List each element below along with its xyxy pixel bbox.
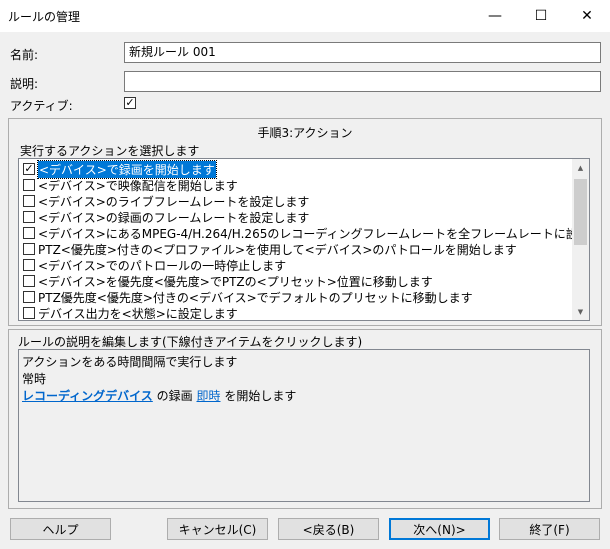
action-item[interactable]: PTZ優先度<優先度>付きの<デバイス>でデフォルトのプリセットに移動します — [23, 289, 473, 305]
action-checkbox[interactable] — [23, 291, 35, 303]
action-label: <デバイス>の録画のフレームレートを設定します — [38, 210, 310, 225]
action-item[interactable]: <デバイス>でのパトロールの一時停止します — [23, 257, 286, 273]
active-checkbox[interactable]: ✓ — [124, 97, 136, 109]
description-label: 説明: — [10, 77, 39, 91]
rule-desc-end-text: を開始します — [224, 389, 297, 403]
scroll-down-icon[interactable]: ▼ — [572, 303, 589, 320]
action-item[interactable]: デバイス出力を<状態>に設定します — [23, 305, 238, 321]
rule-desc-line2: 常時 — [22, 372, 47, 386]
action-checkbox[interactable] — [23, 307, 35, 319]
action-checkbox[interactable] — [23, 211, 35, 223]
action-item[interactable]: <デバイス>のライブフレームレートを設定します — [23, 193, 309, 209]
help-button[interactable]: ヘルプ — [10, 518, 111, 540]
action-list-scrollbar[interactable]: ▲ ▼ — [572, 159, 589, 320]
action-label: PTZ<優先度>付きの<プロファイル>を使用して<デバイス>のパトロールを開始し… — [38, 242, 517, 257]
action-checkbox[interactable] — [23, 179, 35, 191]
action-list[interactable]: ✓ <デバイス>で録画を開始します <デバイス>で映像配信を開始します <デバイス>の… — [18, 158, 590, 321]
close-button[interactable]: ✕ — [564, 0, 610, 32]
action-checkbox[interactable] — [23, 195, 35, 207]
action-item[interactable]: PTZ<優先度>付きの<プロファイル>を使用して<デバイス>のパトロールを開始し… — [23, 241, 517, 257]
name-field[interactable]: 新規ルール 001 — [124, 42, 601, 63]
rule-description-box: アクションをある時間間隔で実行します 常時 レコーディングデバイス の録画 即時… — [18, 349, 590, 502]
minimize-button[interactable]: — — [472, 0, 518, 32]
rule-description-title: ルールの説明を編集します(下線付きアイテムをクリックします) — [18, 335, 363, 349]
back-button[interactable]: <戻る(B) — [278, 518, 379, 540]
name-label: 名前: — [10, 48, 39, 62]
checkmark-icon: ✓ — [125, 96, 135, 109]
window-title: ルールの管理 — [8, 10, 81, 24]
action-label: <デバイス>でのパトロールの一時停止します — [38, 258, 287, 273]
immediately-link[interactable]: 即時 — [196, 389, 220, 403]
action-item[interactable]: <デバイス>にあるMPEG-4/H.264/H.265のレコーディングフレームレ… — [23, 225, 590, 241]
description-field[interactable] — [124, 71, 601, 92]
recording-device-link[interactable]: レコーディングデバイス — [22, 389, 153, 403]
minimize-icon: — — [488, 8, 502, 24]
maximize-icon: ☐ — [534, 8, 548, 24]
action-prompt: 実行するアクションを選択します — [20, 144, 200, 158]
action-item[interactable]: <デバイス>で映像配信を開始します — [23, 177, 238, 193]
action-checkbox[interactable]: ✓ — [23, 163, 35, 175]
action-checkbox[interactable] — [23, 275, 35, 287]
scroll-up-icon[interactable]: ▲ — [572, 159, 589, 176]
finish-button[interactable]: 終了(F) — [499, 518, 600, 540]
action-label: PTZ優先度<優先度>付きの<デバイス>でデフォルトのプリセットに移動します — [38, 290, 473, 305]
rule-desc-line1: アクションをある時間間隔で実行します — [22, 355, 238, 369]
active-label: アクティブ: — [10, 99, 73, 113]
next-button[interactable]: 次へ(N)> — [389, 518, 490, 540]
title-bar: ルールの管理 — ☐ ✕ — [0, 0, 610, 32]
scroll-thumb[interactable] — [574, 179, 587, 245]
action-label: デバイス出力を<状態>に設定します — [38, 306, 238, 321]
action-item[interactable]: <デバイス>を優先度<優先度>でPTZの<プリセット>位置に移動します — [23, 273, 433, 289]
rule-desc-line3: レコーディングデバイス の録画 即時 を開始します — [22, 387, 296, 404]
action-label: <デバイス>のライブフレームレートを設定します — [38, 194, 310, 209]
action-item[interactable]: ✓ <デバイス>で録画を開始します — [23, 159, 217, 179]
action-label: <デバイス>で映像配信を開始します — [38, 178, 238, 193]
action-checkbox[interactable] — [23, 243, 35, 255]
action-label: <デバイス>で録画を開始します — [37, 159, 217, 179]
action-label: <デバイス>にあるMPEG-4/H.264/H.265のレコーディングフレームレ… — [38, 226, 590, 241]
action-label: <デバイス>を優先度<優先度>でPTZの<プリセット>位置に移動します — [38, 274, 433, 289]
action-item[interactable]: <デバイス>の録画のフレームレートを設定します — [23, 209, 309, 225]
step-title: 手順3:アクション — [257, 126, 353, 140]
rule-desc-mid-text: の録画 — [156, 389, 193, 403]
action-checkbox[interactable] — [23, 259, 35, 271]
action-checkbox[interactable] — [23, 227, 35, 239]
close-icon: ✕ — [581, 8, 593, 24]
maximize-button[interactable]: ☐ — [518, 0, 564, 32]
cancel-button[interactable]: キャンセル(C) — [167, 518, 268, 540]
checkmark-icon: ✓ — [24, 162, 34, 175]
